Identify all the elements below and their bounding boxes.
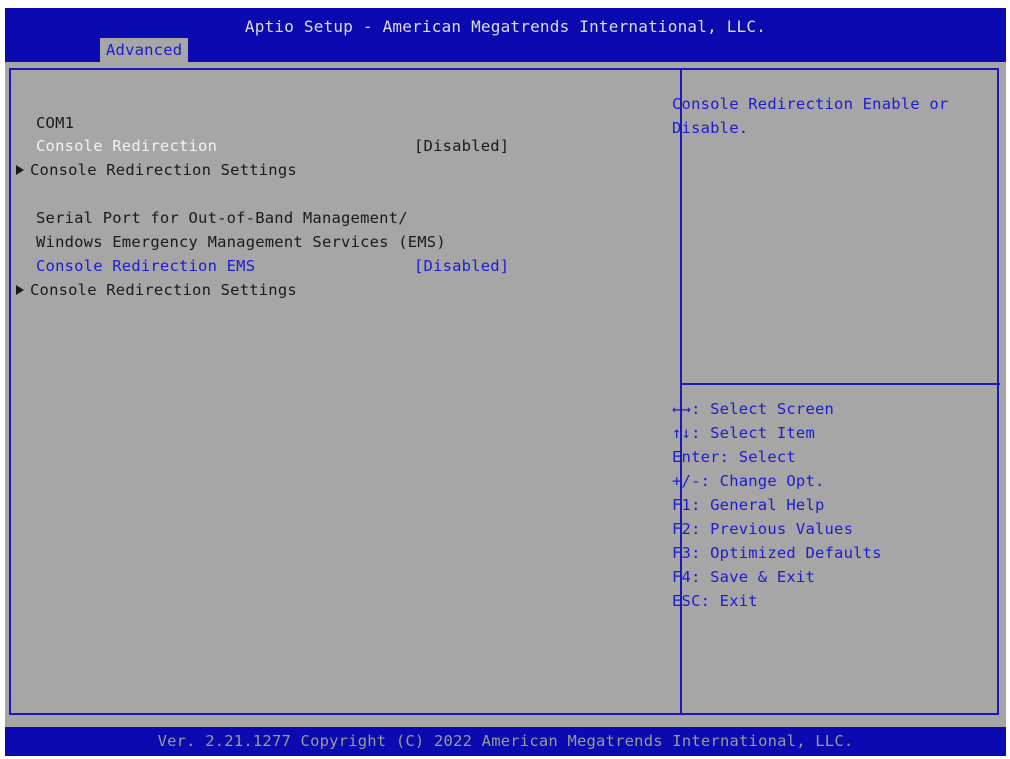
console-redirection-ems-item[interactable]: Console Redirection EMS [Disabled] — [36, 255, 509, 277]
key-save-exit: F4: Save & Exit — [672, 568, 815, 586]
version-copyright: Ver. 2.21.1277 Copyright (C) 2022 Americ… — [157, 732, 854, 750]
console-redirection-label: Console Redirection — [36, 137, 218, 155]
key-select-screen: ←→: Select Screen — [672, 400, 835, 418]
help-divider — [682, 383, 1000, 385]
title-bar: Aptio Setup - American Megatrends Intern… — [5, 8, 1006, 62]
bios-screen: Aptio Setup - American Megatrends Intern… — [5, 8, 1006, 756]
key-previous-values: F2: Previous Values — [672, 520, 854, 538]
submenu-arrow-icon — [16, 165, 24, 175]
key-general-help: F1: General Help — [672, 496, 825, 514]
footer-bar: Ver. 2.21.1277 Copyright (C) 2022 Americ… — [5, 727, 1006, 756]
console-redirection-item[interactable]: Console Redirection [Disabled] — [36, 135, 509, 157]
serial-port-description-2: Windows Emergency Management Services (E… — [36, 233, 446, 251]
key-change-opt: +/-: Change Opt. — [672, 472, 825, 490]
key-esc-exit: ESC: Exit — [672, 592, 758, 610]
help-text: Console Redirection Enable or Disable. — [672, 95, 949, 137]
key-select-item: ↑↓: Select Item — [672, 424, 815, 442]
console-redirection-settings-1[interactable]: Console Redirection Settings — [16, 159, 297, 181]
app-title: Aptio Setup - American Megatrends Intern… — [244, 17, 767, 36]
key-optimized-defaults: F3: Optimized Defaults — [672, 544, 882, 562]
console-redirection-ems-value[interactable]: [Disabled] — [414, 255, 509, 277]
console-redirection-value[interactable]: [Disabled] — [414, 135, 509, 157]
key-legend: ←→: Select Screen ↑↓: Select Item Enter:… — [672, 397, 882, 613]
vertical-divider — [680, 70, 682, 713]
serial-port-description-1: Serial Port for Out-of-Band Management/ — [36, 209, 408, 227]
key-enter-select: Enter: Select — [672, 448, 796, 466]
submenu-arrow-icon — [16, 285, 24, 295]
console-redirection-ems-label: Console Redirection EMS — [36, 257, 256, 275]
section-com1: COM1 — [36, 114, 75, 132]
console-redirection-settings-2[interactable]: Console Redirection Settings — [16, 279, 297, 301]
console-redirection-settings-2-label: Console Redirection Settings — [30, 281, 297, 299]
tab-advanced[interactable]: Advanced — [100, 38, 189, 62]
console-redirection-settings-1-label: Console Redirection Settings — [30, 161, 297, 179]
